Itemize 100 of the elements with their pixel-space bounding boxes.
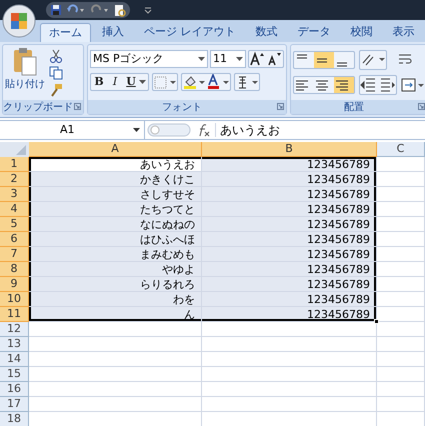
- merge-cells-icon[interactable]: [401, 77, 425, 93]
- row-header[interactable]: 15: [0, 367, 29, 382]
- table-cell[interactable]: 123456789: [202, 157, 377, 172]
- dropdown-arrow-icon[interactable]: [133, 128, 140, 132]
- row-header[interactable]: 6: [0, 232, 29, 247]
- dialog-launcher-icon[interactable]: [418, 103, 425, 110]
- copy-icon[interactable]: [49, 66, 63, 80]
- ribbon-tab[interactable]: データ: [288, 23, 340, 42]
- italic-button[interactable]: I: [107, 74, 123, 90]
- indent-icon[interactable]: [360, 76, 396, 94]
- table-cell[interactable]: 123456789: [202, 202, 377, 217]
- print-preview-icon[interactable]: [114, 4, 126, 16]
- table-cell[interactable]: [202, 397, 377, 412]
- ribbon-tab[interactable]: 表示: [384, 23, 424, 42]
- table-cell[interactable]: なにぬねの: [29, 217, 202, 232]
- table-cell[interactable]: [377, 307, 425, 322]
- table-cell[interactable]: [377, 277, 425, 292]
- row-header[interactable]: 14: [0, 352, 29, 367]
- dialog-launcher-icon[interactable]: [277, 103, 284, 110]
- bold-button[interactable]: B: [91, 74, 107, 90]
- table-cell[interactable]: らりるれろ: [29, 277, 202, 292]
- column-header[interactable]: A: [29, 142, 202, 157]
- table-cell[interactable]: [29, 397, 202, 412]
- select-all-icon[interactable]: [0, 142, 29, 157]
- fill-color-icon[interactable]: [182, 74, 206, 90]
- row-header[interactable]: 12: [0, 322, 29, 337]
- name-box[interactable]: A1: [0, 121, 145, 139]
- table-cell[interactable]: [377, 382, 425, 397]
- table-cell[interactable]: さしすせそ: [29, 187, 202, 202]
- grow-font-icon[interactable]: [249, 51, 266, 67]
- paste-button[interactable]: 貼り付け: [5, 47, 45, 100]
- table-cell[interactable]: [29, 322, 202, 337]
- table-cell[interactable]: [202, 352, 377, 367]
- font-color-icon[interactable]: [206, 74, 230, 90]
- dropdown-arrow-icon[interactable]: [198, 56, 205, 62]
- row-header[interactable]: 1: [0, 157, 29, 172]
- table-cell[interactable]: かきくけこ: [29, 172, 202, 187]
- function-icon[interactable]: [197, 123, 211, 137]
- font-size-field[interactable]: 11: [210, 50, 246, 68]
- table-cell[interactable]: [29, 382, 202, 397]
- underline-button[interactable]: U: [123, 74, 139, 90]
- table-cell[interactable]: [377, 187, 425, 202]
- table-cell[interactable]: 123456789: [202, 247, 377, 262]
- table-cell[interactable]: 123456789: [202, 187, 377, 202]
- customize-toolbar-icon[interactable]: [144, 6, 152, 14]
- table-cell[interactable]: [202, 322, 377, 337]
- row-header[interactable]: 17: [0, 397, 29, 412]
- table-cell[interactable]: [377, 247, 425, 262]
- dialog-launcher-icon[interactable]: [74, 103, 81, 110]
- table-cell[interactable]: [377, 397, 425, 412]
- row-header[interactable]: 2: [0, 172, 29, 187]
- ribbon-tab[interactable]: ホーム: [40, 23, 91, 42]
- row-header[interactable]: 5: [0, 217, 29, 232]
- table-cell[interactable]: 123456789: [202, 292, 377, 307]
- table-cell[interactable]: [202, 367, 377, 382]
- table-cell[interactable]: [377, 202, 425, 217]
- table-cell[interactable]: まみむめも: [29, 247, 202, 262]
- table-cell[interactable]: [377, 262, 425, 277]
- ribbon-tab[interactable]: 数式: [246, 23, 286, 42]
- table-cell[interactable]: [377, 322, 425, 337]
- table-cell[interactable]: たちつてと: [29, 202, 202, 217]
- table-cell[interactable]: [377, 367, 425, 382]
- row-header[interactable]: 7: [0, 247, 29, 262]
- table-cell[interactable]: あいうえお: [29, 157, 202, 172]
- brush-icon[interactable]: [49, 83, 63, 97]
- ribbon-tab[interactable]: ページ レイアウト: [135, 23, 244, 42]
- table-cell[interactable]: 123456789: [202, 217, 377, 232]
- shrink-font-icon[interactable]: [266, 51, 283, 67]
- row-header[interactable]: 13: [0, 337, 29, 352]
- table-cell[interactable]: ん: [29, 307, 202, 322]
- row-header[interactable]: 4: [0, 202, 29, 217]
- table-cell[interactable]: [29, 352, 202, 367]
- table-cell[interactable]: 123456789: [202, 172, 377, 187]
- table-cell[interactable]: はひふへほ: [29, 232, 202, 247]
- row-header[interactable]: 18: [0, 412, 29, 426]
- table-cell[interactable]: [377, 337, 425, 352]
- row-header[interactable]: 11: [0, 307, 29, 322]
- row-header[interactable]: 10: [0, 292, 29, 307]
- table-cell[interactable]: [377, 292, 425, 307]
- table-cell[interactable]: [202, 382, 377, 397]
- border-icon[interactable]: [153, 74, 177, 90]
- table-cell[interactable]: わを: [29, 292, 202, 307]
- splitter-handle-icon[interactable]: [147, 122, 191, 138]
- table-cell[interactable]: [377, 232, 425, 247]
- row-header[interactable]: 16: [0, 382, 29, 397]
- ribbon-tab[interactable]: 挿入: [93, 23, 133, 42]
- table-cell[interactable]: [377, 157, 425, 172]
- save-icon[interactable]: [50, 4, 62, 16]
- dropdown-arrow-icon[interactable]: [236, 56, 243, 62]
- table-cell[interactable]: [29, 367, 202, 382]
- formula-input[interactable]: あいうえお: [216, 121, 425, 139]
- row-header[interactable]: 9: [0, 277, 29, 292]
- column-header[interactable]: B: [202, 142, 377, 157]
- table-cell[interactable]: やゆよ: [29, 262, 202, 277]
- table-cell[interactable]: [377, 352, 425, 367]
- table-cell[interactable]: [29, 337, 202, 352]
- dropdown-arrow-icon[interactable]: [139, 80, 146, 84]
- ribbon-tab[interactable]: 校閲: [342, 23, 382, 42]
- column-header[interactable]: C: [377, 142, 425, 157]
- table-cell[interactable]: [202, 337, 377, 352]
